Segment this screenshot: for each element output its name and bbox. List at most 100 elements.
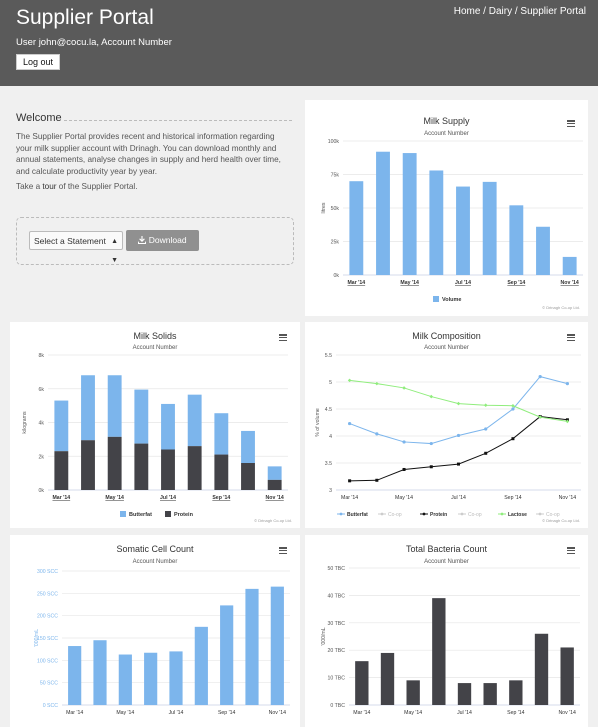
chart-bar [220, 605, 234, 705]
data-point [511, 437, 515, 441]
y-tick-label: 100 SCC [37, 658, 58, 664]
y-axis-title: '000/mL [321, 627, 327, 645]
x-tick-label: Nov '14 [559, 495, 577, 501]
chart-credit: © Drinagh Co-op Ltd. [542, 305, 580, 310]
chart-bar [355, 661, 369, 705]
legend-swatch [120, 511, 126, 517]
chart-bar [93, 640, 107, 705]
x-tick-label: Jul '14 [169, 710, 184, 716]
butterfat-bar [54, 400, 69, 452]
data-point [511, 407, 515, 411]
legend-marker [339, 512, 343, 516]
x-tick-label: Sep '14 [218, 710, 236, 716]
tour-suffix: of the Supplier Portal. [56, 182, 138, 191]
data-point [402, 386, 406, 390]
chart-bar [376, 151, 390, 275]
butterfat-bar [241, 430, 255, 463]
legend-label: Volume [442, 297, 461, 303]
x-tick-label: May '14 [400, 280, 419, 286]
data-point [402, 467, 406, 471]
breadcrumb[interactable]: Home / Dairy / Supplier Portal [454, 6, 586, 17]
chart-bar [429, 170, 444, 275]
chart-bar [402, 153, 417, 275]
x-tick-label: Mar '14 [66, 710, 83, 716]
y-tick-label: 50 SCC [40, 681, 58, 687]
statement-download-box: Select a Statement ▲ ▼ Download [16, 217, 294, 265]
logout-button[interactable]: Log out [16, 54, 61, 70]
protein-bar [241, 463, 255, 490]
legend-label: Protein [174, 512, 194, 518]
download-button[interactable]: Download [126, 230, 199, 251]
x-tick-label: May '14 [404, 710, 422, 716]
statement-select[interactable]: Select a Statement ▲ ▼ [29, 231, 123, 264]
y-tick-label: 40 TBC [328, 593, 346, 599]
y-tick-label: 200 SCC [37, 614, 58, 620]
x-tick-label: Sep '14 [507, 710, 525, 716]
welcome-divider [64, 120, 292, 121]
statement-select-value: Select a Statement [34, 236, 106, 246]
chart-bar [169, 651, 183, 705]
legend-marker [422, 512, 426, 516]
x-tick-label: Mar '14 [52, 495, 70, 501]
legend-marker [460, 512, 464, 516]
protein-bar [214, 454, 229, 490]
chart-bar [482, 181, 497, 275]
milk-solids-chart: 0k 2k 4k 6k 8k kilograms Mar '14 May '14 Jul '14… [22, 353, 288, 518]
y-tick-label: 4 [329, 434, 332, 440]
tour-link[interactable]: tour [42, 182, 56, 191]
y-tick-label: 10 TBC [328, 676, 346, 682]
series-line-lactose [349, 379, 568, 422]
legend-label: Co-op [388, 512, 402, 518]
y-tick-label: 0 TBC [330, 703, 345, 709]
chart-credit: © Drinagh Co-op Ltd. [254, 518, 292, 523]
page-header: Supplier Portal Home / Dairy / Supplier … [0, 0, 598, 86]
protein-bar [187, 446, 202, 490]
page-title: Supplier Portal [16, 6, 154, 29]
data-point [538, 375, 542, 379]
milk-solids-card: Milk Solids Account Number 0k 2k 4k 6k 8k kil… [10, 322, 300, 528]
y-tick-label: 3.5 [325, 461, 332, 467]
data-point [402, 440, 406, 444]
chart-bar [118, 654, 132, 705]
x-tick-label: May '14 [395, 495, 413, 501]
x-tick-label: May '14 [105, 495, 124, 501]
butterfat-bar [161, 403, 175, 450]
legend-label: Lactose [508, 512, 527, 518]
user-account-info: User john@cocu.la, Account Number [16, 37, 172, 48]
butterfat-bar [134, 389, 149, 444]
butterfat-bar [187, 394, 202, 447]
chart-bar [245, 588, 259, 705]
y-axis-title: '000/mL [34, 629, 40, 647]
data-point [484, 451, 488, 455]
chart-bar [509, 680, 523, 705]
legend-label: Protein [430, 512, 447, 518]
legend-marker [500, 512, 504, 516]
series-line-protein [349, 416, 568, 482]
x-tick-label: Nov '14 [558, 710, 576, 716]
chart-bar [380, 652, 395, 705]
y-tick-label: 0k [39, 488, 45, 494]
data-point [429, 465, 433, 469]
chart-bar [432, 598, 446, 705]
y-tick-label: 0 SCC [43, 703, 59, 709]
protein-bar [161, 449, 175, 490]
y-tick-label: 20 TBC [328, 648, 346, 654]
chart-bar [509, 205, 524, 275]
butterfat-bar [267, 466, 282, 480]
chart-bar [456, 186, 470, 275]
y-tick-label: 150 SCC [37, 636, 58, 642]
legend-label: Butterfat [347, 512, 368, 518]
milk-supply-chart: 0k 25k 50k 75k 100k litres Mar '14 May '14 Jul '… [321, 139, 583, 303]
data-point [375, 432, 379, 436]
y-tick-label: 4k [39, 421, 45, 427]
y-tick-label: 2k [39, 454, 45, 460]
data-point [429, 441, 433, 446]
protein-bar [134, 443, 149, 490]
x-tick-label: Sep '14 [504, 495, 522, 501]
milk-composition-chart: 3 3.5 4 4.5 5 5.5 % of volume Mar '14 May '14 Jul… [315, 353, 581, 518]
tour-line: Take a tour of the Supplier Portal. [16, 182, 138, 191]
chart-credit: © Drinagh Co-op Ltd. [542, 518, 580, 523]
butterfat-bar [107, 375, 122, 437]
y-tick-label: 3 [329, 488, 332, 494]
x-tick-label: Nov '14 [266, 495, 284, 501]
